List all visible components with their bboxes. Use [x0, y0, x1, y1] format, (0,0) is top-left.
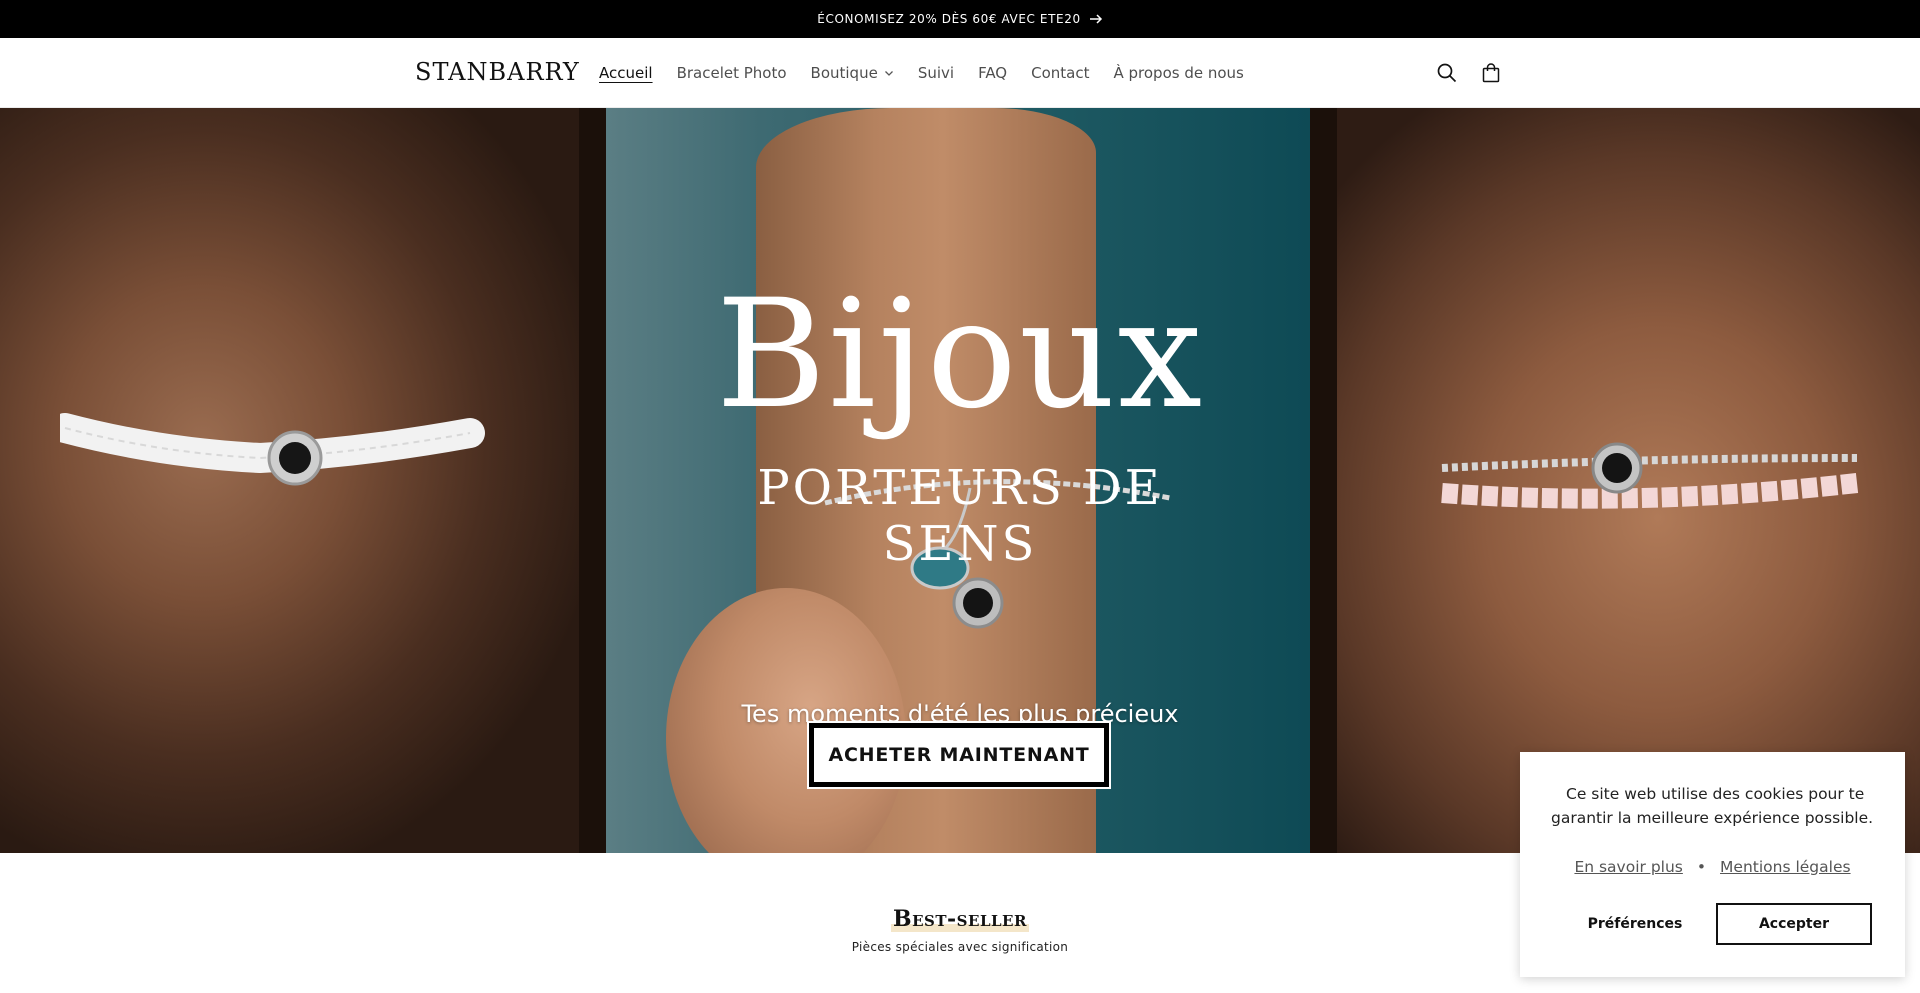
site-logo[interactable]: STANBARRY — [415, 58, 580, 86]
shop-now-button[interactable]: ACHETER MAINTENANT — [807, 721, 1111, 789]
cookie-banner: Ce site web utilise des cookies pour te … — [1520, 752, 1905, 977]
announcement-bar[interactable]: ÉCONOMISEZ 20% DÈS 60€ AVEC ETE20 — [0, 0, 1920, 38]
accept-cookies-button[interactable]: Accepter — [1716, 903, 1872, 945]
main-nav: Accueil Bracelet Photo Boutique Suivi FA… — [599, 38, 1244, 108]
nav-item-boutique[interactable]: Boutique — [811, 64, 894, 82]
nav-item-contact[interactable]: Contact — [1031, 64, 1089, 82]
cart-icon[interactable] — [1478, 60, 1504, 86]
nav-item-faq[interactable]: FAQ — [978, 64, 1007, 82]
search-icon[interactable] — [1434, 60, 1460, 86]
nav-item-accueil[interactable]: Accueil — [599, 64, 653, 82]
link-separator: • — [1696, 858, 1707, 876]
hero-divider-left — [579, 108, 606, 853]
announcement-text: ÉCONOMISEZ 20% DÈS 60€ AVEC ETE20 — [817, 12, 1081, 26]
pearl-bracelet-illustration — [1441, 442, 1859, 509]
site-header: STANBARRY Accueil Bracelet Photo Boutiqu… — [0, 38, 1920, 108]
hero-subtitle: PORTEURS DE SENS — [757, 460, 1163, 572]
chevron-down-icon — [884, 71, 893, 76]
legal-notice-link[interactable]: Mentions légales — [1720, 858, 1851, 876]
bestseller-title: Best-seller — [891, 906, 1029, 932]
arrow-right-icon — [1089, 14, 1102, 24]
white-bracelet-illustration — [60, 413, 485, 486]
nav-item-bracelet-photo[interactable]: Bracelet Photo — [677, 64, 787, 82]
nav-item-a-propos[interactable]: À propos de nous — [1113, 64, 1243, 82]
cookie-links: En savoir plus • Mentions légales — [1520, 858, 1905, 876]
preferences-button[interactable]: Préférences — [1560, 903, 1710, 945]
nav-item-suivi[interactable]: Suivi — [918, 64, 954, 82]
hero-title: Bijoux — [715, 268, 1205, 442]
hero-divider-right — [1310, 108, 1337, 853]
cookie-message: Ce site web utilise des cookies pour te … — [1551, 785, 1874, 827]
learn-more-link[interactable]: En savoir plus — [1574, 858, 1682, 876]
nav-item-boutique-label: Boutique — [810, 64, 878, 82]
